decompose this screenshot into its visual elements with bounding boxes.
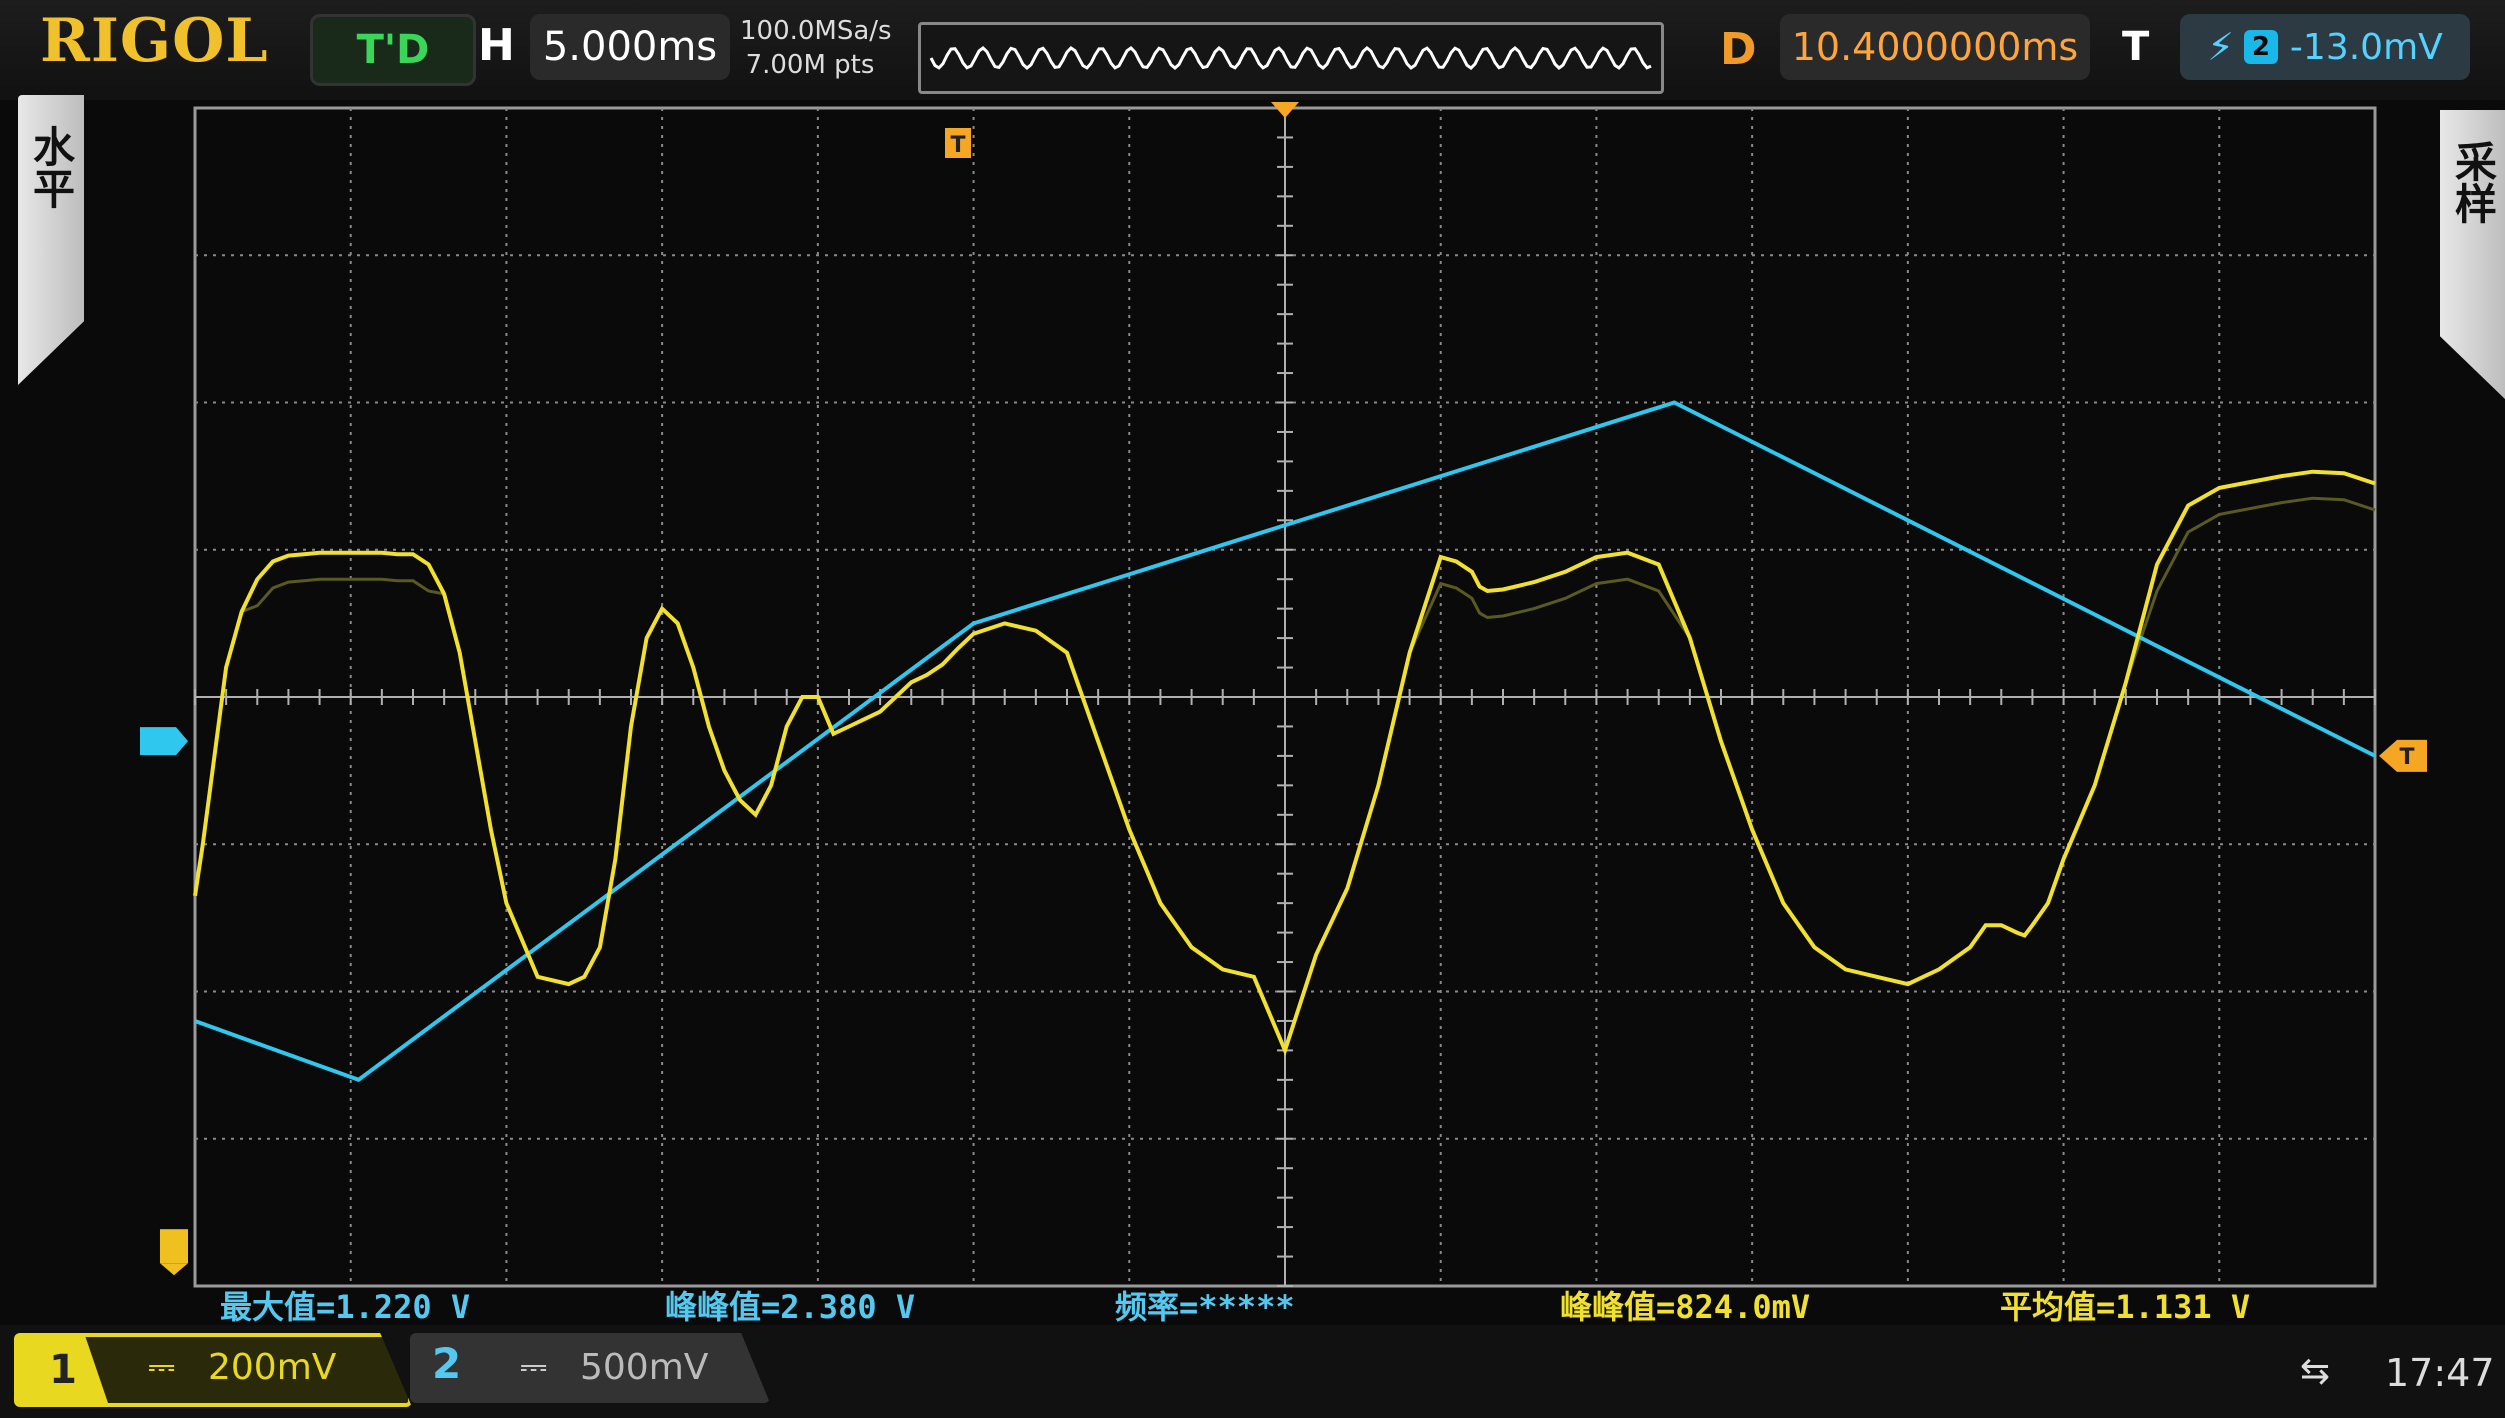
waveform-display: TT [140,102,2427,1288]
trigger-time-marker-label: T [950,133,965,158]
graticule-grid [193,106,2377,1288]
measurement-ch2-max: 最大值=1.220 V [220,1288,471,1326]
bottom-status-bar: 1 ⎓ 200mV 2 ⎓ 500mV ⇆ 17:47 [0,1325,2505,1418]
measurement-ch2-vpp: 峰峰值=2.380 V [665,1288,916,1326]
measurement-ch1-vpp: 峰峰值=824.0mV [1560,1288,1811,1326]
dc-coupling-icon: ⎓ [520,1347,548,1387]
channel-2-scale: 500mV [580,1347,709,1388]
channel-1-offset-marker-tip [160,1263,188,1276]
clock: 17:47 [2385,1351,2495,1395]
measurement-ch1-mean: 平均值=1.131 V [2000,1288,2251,1326]
dc-coupling-icon: ⎓ [148,1347,176,1387]
channel-2-control[interactable]: 2 ⎓ 500mV [410,1333,770,1403]
trigger-level-marker-label: T [2399,745,2414,770]
channel-1-scale: 200mV [208,1347,337,1388]
channel-2-offset-marker [140,727,188,756]
channel-1-offset-marker [160,1229,188,1264]
measurement-frequency: 频率=***** [1115,1288,1295,1326]
usb-icon: ⇆ [2300,1351,2331,1392]
channel-2-number: 2 [432,1339,462,1388]
position-markers: TT [140,102,2427,1276]
channel-1-control[interactable]: 1 ⎓ 200mV [14,1333,412,1407]
channel-1-number: 1 [18,1337,108,1403]
trigger-position-marker [1271,102,1299,118]
